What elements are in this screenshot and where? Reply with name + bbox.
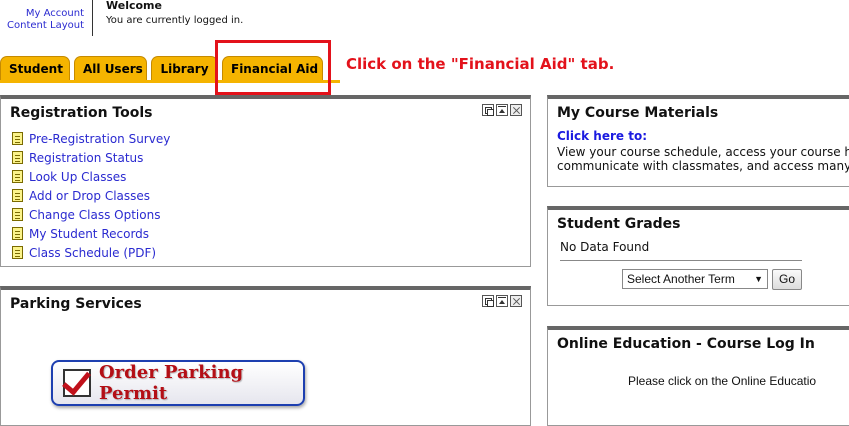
add-drop-classes-link[interactable]: Add or Drop Classes xyxy=(12,186,170,205)
course-materials-panel: My Course Materials Click here to: View … xyxy=(547,95,849,187)
pre-registration-survey-link[interactable]: Pre-Registration Survey xyxy=(12,129,170,148)
no-data-message: No Data Found xyxy=(560,240,650,254)
link-label: Add or Drop Classes xyxy=(29,188,151,203)
registration-links: Pre-Registration Survey Registration Sta… xyxy=(12,129,170,262)
checkmark-icon xyxy=(63,369,91,397)
class-schedule-pdf-link[interactable]: Class Schedule (PDF) xyxy=(12,243,170,262)
description-line: View your course schedule, access your c… xyxy=(557,145,849,159)
welcome-message: You are currently logged in. xyxy=(106,15,244,26)
document-icon xyxy=(12,246,23,259)
header-divider xyxy=(92,0,93,36)
link-label: Change Class Options xyxy=(29,207,161,222)
panel-title: My Course Materials xyxy=(557,105,719,121)
close-icon[interactable] xyxy=(510,104,522,116)
link-label: Class Schedule (PDF) xyxy=(29,245,157,260)
link-label: Pre-Registration Survey xyxy=(29,131,171,146)
term-select-value: Select Another Term xyxy=(627,272,735,286)
content-layout-link[interactable]: Content Layout xyxy=(0,20,84,32)
click-here-link[interactable]: Click here to: xyxy=(557,129,647,143)
restore-icon[interactable] xyxy=(482,104,494,116)
account-links: My Account Content Layout xyxy=(0,8,84,32)
document-icon xyxy=(12,208,23,221)
online-education-panel: Online Education - Course Log In Please … xyxy=(547,326,849,426)
term-select[interactable]: Select Another Term ▼ xyxy=(622,269,768,289)
tab-student[interactable]: Student xyxy=(0,56,70,82)
my-student-records-link[interactable]: My Student Records xyxy=(12,224,170,243)
restore-icon[interactable] xyxy=(482,295,494,307)
description-line: communicate with classmates, and access … xyxy=(557,159,849,173)
registration-tools-panel: Registration Tools Pre-Registration Surv… xyxy=(0,95,531,267)
move-up-icon[interactable] xyxy=(496,104,508,116)
registration-status-link[interactable]: Registration Status xyxy=(12,148,170,167)
instruction-callout: Click on the "Financial Aid" tab. xyxy=(346,55,615,73)
link-label: Look Up Classes xyxy=(29,169,127,184)
document-icon xyxy=(12,132,23,145)
panel-controls xyxy=(480,104,522,116)
panel-title: Registration Tools xyxy=(10,105,153,121)
close-icon[interactable] xyxy=(510,295,522,307)
change-class-options-link[interactable]: Change Class Options xyxy=(12,205,170,224)
panel-title: Student Grades xyxy=(557,216,681,232)
document-icon xyxy=(12,227,23,240)
grades-divider xyxy=(560,260,802,261)
tab-all-users[interactable]: All Users xyxy=(74,56,147,82)
panel-title: Parking Services xyxy=(10,296,142,312)
document-icon xyxy=(12,189,23,202)
panel-controls xyxy=(480,295,522,307)
order-parking-permit-button[interactable]: Order Parking Permit xyxy=(51,360,305,406)
link-label: My Student Records xyxy=(29,226,150,241)
document-icon xyxy=(12,151,23,164)
permit-button-label: Order Parking Permit xyxy=(99,362,244,404)
online-education-text: Please click on the Online Educatio xyxy=(628,374,817,388)
my-account-link[interactable]: My Account xyxy=(0,8,84,20)
look-up-classes-link[interactable]: Look Up Classes xyxy=(12,167,170,186)
tab-highlight-box xyxy=(215,40,331,95)
student-grades-panel: Student Grades No Data Found Select Anot… xyxy=(547,206,849,306)
dropdown-arrow-icon: ▼ xyxy=(754,274,763,284)
welcome-title: Welcome xyxy=(106,0,162,12)
tab-library[interactable]: Library xyxy=(151,56,218,82)
document-icon xyxy=(12,170,23,183)
link-label: Registration Status xyxy=(29,150,144,165)
parking-services-panel: Parking Services Order Parking Permit xyxy=(0,286,531,426)
go-button[interactable]: Go xyxy=(772,269,802,290)
course-materials-description: View your course schedule, access your c… xyxy=(557,145,849,173)
move-up-icon[interactable] xyxy=(496,295,508,307)
panel-title: Online Education - Course Log In xyxy=(557,336,815,352)
